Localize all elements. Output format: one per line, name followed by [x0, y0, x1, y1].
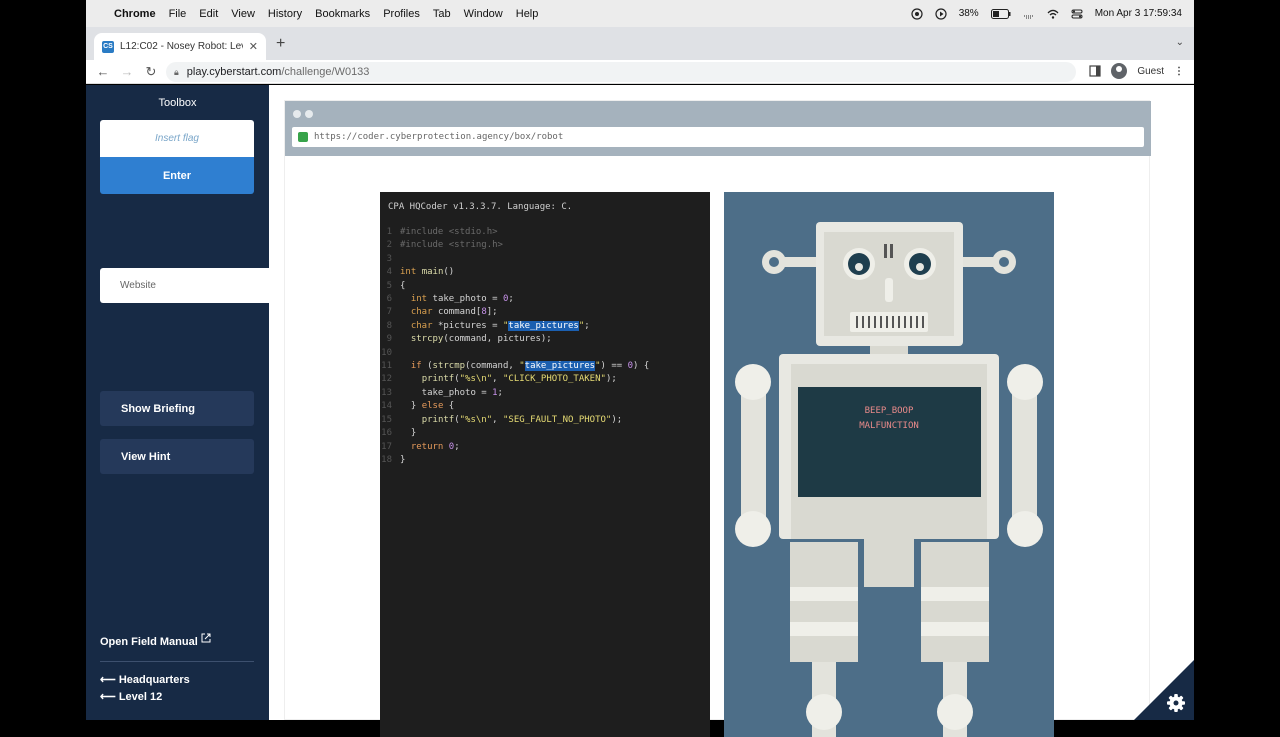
robot-panel: BEEP_BOOP MALFUNCTION	[724, 192, 1054, 737]
robot-illustration: BEEP_BOOP MALFUNCTION	[735, 222, 1043, 737]
toolbar-right: Guest ⋮	[1089, 63, 1184, 79]
inner-browser-window: https://coder.cyberprotection.agency/box…	[284, 100, 1151, 737]
menu-bookmarks[interactable]: Bookmarks	[315, 8, 370, 20]
code-line: 8 char *pictures = "take_pictures";	[386, 320, 590, 331]
inner-browser-bar: https://coder.cyberprotection.agency/box…	[285, 101, 1151, 156]
forward-icon[interactable]: →	[120, 64, 134, 79]
code-line: 18}	[381, 454, 406, 465]
code-line: 3	[386, 253, 392, 264]
code-line: 5{	[386, 280, 406, 291]
challenge-content: https://coder.cyberprotection.agency/box…	[269, 85, 1194, 737]
code-line: 2 #include <string.h>	[386, 240, 503, 251]
inner-url-bar: https://coder.cyberprotection.agency/box…	[292, 127, 1144, 147]
menu-history[interactable]: History	[268, 8, 302, 20]
browser-tab[interactable]: CS L12:C02 - Nosey Robot: Level 12 ✕	[94, 33, 266, 60]
reload-icon[interactable]: ↻	[144, 64, 158, 80]
code-line: 4 int main()	[386, 267, 455, 278]
menu-file[interactable]: File	[169, 8, 187, 20]
inner-url-text: https://coder.cyberprotection.agency/box…	[314, 132, 564, 142]
wifi-icon[interactable]	[1047, 8, 1059, 20]
view-hint-button[interactable]: View Hint	[100, 439, 254, 474]
enter-button[interactable]: Enter	[100, 157, 254, 194]
menu-app-name[interactable]: Chrome	[114, 8, 156, 20]
cyberstart-favicon: CS	[102, 40, 114, 53]
browser-toolbar: ← → ↻ 🔒︎ play.cyberstart.com/challenge/W…	[86, 60, 1194, 84]
back-icon[interactable]: ←	[96, 64, 110, 79]
profile-avatar-icon[interactable]	[1111, 63, 1128, 79]
mac-menubar: Chrome File Edit View History Bookmarks …	[86, 0, 1194, 27]
toolbox-sidebar: Toolbox Enter Website Show Briefing View…	[86, 85, 269, 720]
toolbox-title: Toolbox	[158, 97, 197, 109]
code-line: 1 #include <stdio.h>	[386, 227, 498, 237]
tab-search-chevron-icon[interactable]: ⌄	[1176, 37, 1184, 48]
field-manual-label: Open Field Manual	[100, 636, 198, 648]
code-line: 16 }	[381, 428, 417, 439]
chrome-menu-icon[interactable]: ⋮	[1174, 66, 1184, 77]
display-icon[interactable]	[1023, 8, 1035, 20]
code-line: 6 int take_photo = 0;	[386, 294, 514, 305]
code-line: 7 char command[8];	[386, 307, 498, 318]
menu-edit[interactable]: Edit	[199, 8, 218, 20]
website-tab[interactable]: Website	[100, 268, 269, 303]
code-line: 9 strcpy(command, pictures);	[386, 334, 552, 345]
menu-window[interactable]: Window	[464, 8, 503, 20]
code-line: 17 return 0;	[381, 441, 460, 452]
robot-screen-line1: BEEP_BOOP	[865, 406, 914, 416]
new-tab-icon[interactable]: +	[276, 35, 285, 53]
level-12-link[interactable]: ⟵ Level 12	[100, 690, 162, 703]
address-bar[interactable]: 🔒︎ play.cyberstart.com/challenge/W0133	[166, 62, 1076, 82]
lock-icon[interactable]: 🔒︎	[174, 67, 179, 78]
play-icon[interactable]	[935, 7, 947, 20]
code-line: 11 if (strcmp(command, "take_pictures") …	[381, 361, 650, 372]
open-field-manual-link[interactable]: Open Field Manual	[100, 633, 211, 648]
menubar-clock[interactable]: Mon Apr 3 17:59:34	[1095, 8, 1182, 19]
code-line: 13 take_photo = 1;	[381, 387, 503, 398]
code-listing[interactable]: 1 #include <stdio.h> 2 #include <string.h>…	[380, 226, 710, 467]
headquarters-link[interactable]: ⟵ Headquarters	[100, 673, 190, 686]
profile-name[interactable]: Guest	[1137, 66, 1164, 77]
control-center-icon[interactable]	[1071, 8, 1083, 20]
battery-percent: 38%	[958, 8, 979, 19]
sidebar-divider	[100, 661, 254, 662]
tab-title: L12:C02 - Nosey Robot: Level 12	[120, 41, 243, 52]
side-panel-icon[interactable]	[1089, 65, 1101, 77]
robot-screen-line2: MALFUNCTION	[859, 421, 919, 431]
menu-profiles[interactable]: Profiles	[383, 8, 420, 20]
code-line: 10	[381, 347, 392, 358]
url-path: /challenge/W0133	[281, 66, 370, 78]
inner-window-dot	[293, 110, 301, 118]
menu-help[interactable]: Help	[516, 8, 539, 20]
secure-lock-icon	[298, 132, 308, 142]
show-briefing-button[interactable]: Show Briefing	[100, 391, 254, 426]
menu-tab[interactable]: Tab	[433, 8, 451, 20]
browser-tabstrip: CS L12:C02 - Nosey Robot: Level 12 ✕ + ⌄	[86, 27, 1194, 60]
creative-cloud-icon[interactable]	[911, 7, 923, 20]
inner-window-dot	[305, 110, 313, 118]
code-editor[interactable]: CPA HQCoder v1.3.3.7. Language: C. 1 #inc…	[380, 192, 710, 737]
menu-view[interactable]: View	[231, 8, 255, 20]
code-line: 12 printf("%s\n", "CLICK_PHOTO_TAKEN");	[381, 374, 617, 385]
flag-input[interactable]	[100, 120, 254, 157]
code-line: 15 printf("%s\n", "SEG_FAULT_NO_PHOTO");	[381, 414, 623, 425]
external-link-icon	[201, 633, 211, 643]
code-line: 14 } else {	[381, 401, 455, 412]
coder-header: CPA HQCoder v1.3.3.7. Language: C.	[388, 202, 573, 212]
url-host: play.cyberstart.com	[186, 66, 282, 78]
settings-gear-icon[interactable]	[1134, 660, 1194, 720]
battery-icon[interactable]	[990, 8, 1011, 19]
close-tab-icon[interactable]: ✕	[249, 40, 258, 53]
status-area: 38% Mon Apr 3 17:59:34	[911, 7, 1194, 20]
